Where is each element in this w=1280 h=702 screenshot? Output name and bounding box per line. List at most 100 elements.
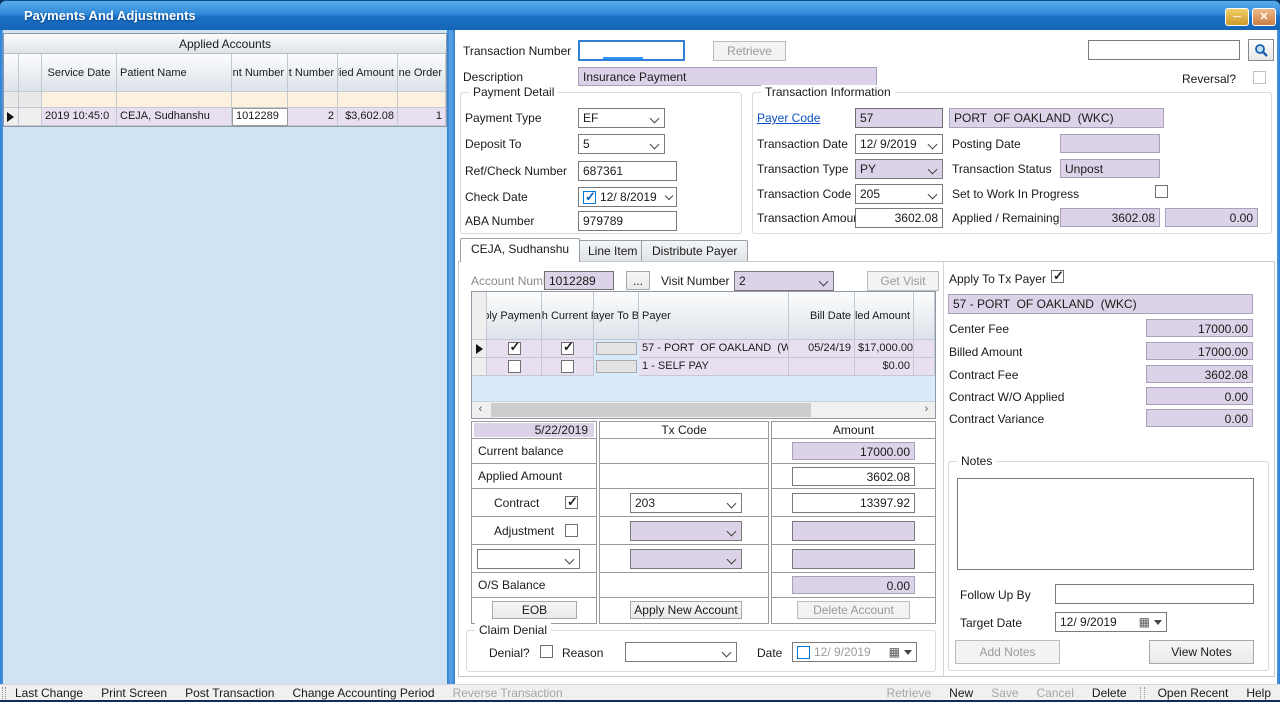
cell-account-number[interactable]: 1012289 <box>232 108 288 126</box>
eob-button[interactable]: EOB <box>492 601 577 619</box>
contract-txcode-combo[interactable]: 203 <box>630 493 742 513</box>
view-notes-button[interactable]: View Notes <box>1149 640 1254 664</box>
search-input[interactable] <box>1088 40 1240 60</box>
ref-check-input[interactable]: 687361 <box>578 161 677 181</box>
aba-input[interactable]: 979789 <box>578 211 677 231</box>
current-balance-value: 17000.00 <box>792 442 915 460</box>
deposit-to-combo[interactable]: 5 <box>578 134 665 154</box>
transaction-number-input[interactable]: 430327 <box>578 40 685 61</box>
apply-new-account-button[interactable]: Apply New Account <box>630 601 742 619</box>
scrollbar-thumb[interactable] <box>491 403 811 417</box>
cell-patient-name[interactable]: CEJA, Sudhanshu <box>117 108 232 126</box>
account-lookup-button[interactable]: ... <box>626 271 650 290</box>
applied-amount-input[interactable]: 3602.08 <box>792 467 915 486</box>
payer-cell[interactable]: 1 - SELF PAY <box>639 358 789 376</box>
follow-up-by-input[interactable] <box>1055 584 1254 604</box>
col-eob-line-order[interactable]: EOB Line Order <box>398 54 446 92</box>
description-field[interactable]: Insurance Payment <box>578 67 877 86</box>
payer-code-link[interactable]: Payer Code <box>757 111 820 125</box>
payer-row[interactable]: 57 - PORT OF OAKLAND (WK 05/24/19 $17,00… <box>472 340 935 358</box>
adjustment-checkbox[interactable] <box>565 524 578 537</box>
date-label: Date <box>757 646 782 660</box>
extra-type-combo[interactable] <box>477 549 580 569</box>
cell-applied-amount[interactable]: $3,602.08 <box>338 108 398 126</box>
horizontal-scrollbar[interactable]: ‹ › <box>472 401 935 418</box>
new-button[interactable]: New <box>940 686 982 700</box>
col-payer-to-bill[interactable]: Payer To Bill <box>594 292 639 340</box>
tab-patient[interactable]: CEJA, Sudhanshu <box>460 238 580 262</box>
billed-amount-cell[interactable]: $17,000.00 <box>855 340 914 358</box>
bill-date-cell[interactable] <box>789 358 855 376</box>
extra-amount-field[interactable] <box>792 549 915 569</box>
tabpage-divider <box>943 262 944 676</box>
close-button[interactable]: ✕ <box>1252 8 1276 26</box>
col-apply-payment-to[interactable]: Apply Payment To <box>487 292 542 340</box>
scroll-right-icon[interactable]: › <box>918 402 935 418</box>
check-date-checkbox[interactable] <box>583 191 596 204</box>
bill-date-cell[interactable]: 05/24/19 <box>789 340 855 358</box>
transaction-type-combo[interactable]: PY <box>855 159 943 179</box>
table-row[interactable]: 2019 10:45:0 CEJA, Sudhanshu 1012289 2 $… <box>4 108 446 126</box>
last-change-button[interactable]: Last Change <box>6 686 92 700</box>
post-transaction-button[interactable]: Post Transaction <box>176 686 283 700</box>
check-date-picker[interactable]: 12/ 8/2019 <box>578 187 677 207</box>
col-account-number[interactable]: Account Number <box>232 54 288 92</box>
payer-row[interactable]: 1 - SELF PAY $0.00 <box>472 358 935 376</box>
reason-combo[interactable] <box>625 642 737 662</box>
col-patient-name[interactable]: Patient Name <box>117 54 232 92</box>
print-screen-button[interactable]: Print Screen <box>92 686 176 700</box>
col-service-date[interactable]: Service Date <box>42 54 117 92</box>
apply-payment-checkbox[interactable] <box>508 360 521 373</box>
col-payer[interactable]: Payer <box>639 292 789 340</box>
visit-number-combo[interactable]: 2 <box>734 271 834 291</box>
delete-button[interactable]: Delete <box>1083 686 1136 700</box>
scroll-left-icon[interactable]: ‹ <box>472 402 489 418</box>
reversal-checkbox[interactable] <box>1253 71 1266 84</box>
wip-checkbox[interactable] <box>1155 185 1168 198</box>
col-switch-current-payer[interactable]: Switch Current Payer <box>542 292 594 340</box>
transaction-code-combo[interactable]: 205 <box>855 184 943 204</box>
minimize-button[interactable]: ─ <box>1225 8 1249 26</box>
transaction-amount-input[interactable]: 3602.08 <box>855 208 943 228</box>
denial-date-picker[interactable]: 12/ 9/2019 ▦ <box>792 642 917 662</box>
help-button[interactable]: Help <box>1237 686 1280 700</box>
denial-date-checkbox[interactable] <box>797 646 810 659</box>
payer-cell[interactable]: 57 - PORT OF OAKLAND (WK <box>639 340 789 358</box>
billed-amount-cell[interactable]: $0.00 <box>855 358 914 376</box>
transaction-panel: Transaction Number 430327 Retrieve Descr… <box>455 30 1277 684</box>
tab-distribute-payer[interactable]: Distribute Payer <box>641 240 748 262</box>
reversal-label: Reversal? <box>1182 72 1236 86</box>
current-row-arrow <box>472 340 487 358</box>
open-recent-button[interactable]: Open Recent <box>1149 686 1238 700</box>
panel-splitter[interactable] <box>447 30 455 684</box>
target-date-picker[interactable]: 12/ 9/2019 ▦ <box>1055 612 1167 632</box>
col-applied-amount[interactable]: Applied Amount <box>338 54 398 92</box>
adjustment-amount-field[interactable] <box>792 521 915 541</box>
switch-payer-checkbox[interactable] <box>561 342 574 355</box>
payer-to-bill-cell[interactable] <box>596 342 637 355</box>
contract-checkbox[interactable] <box>565 496 578 509</box>
cell-eob-line-order[interactable]: 1 <box>398 108 446 126</box>
cell-visit-number[interactable]: 2 <box>288 108 338 126</box>
notes-textarea[interactable] <box>957 478 1254 570</box>
col-bill-date[interactable]: Bill Date <box>789 292 855 340</box>
apply-payment-checkbox[interactable] <box>508 342 521 355</box>
payment-type-combo[interactable]: EF <box>578 108 665 128</box>
transaction-date-combo[interactable]: 12/ 9/2019 <box>855 134 943 154</box>
apply-to-tx-payer-checkbox[interactable] <box>1051 270 1064 283</box>
adjustment-txcode-combo[interactable] <box>630 521 742 541</box>
contract-amount-input[interactable]: 13397.92 <box>792 493 915 513</box>
change-accounting-period-button[interactable]: Change Accounting Period <box>283 686 443 700</box>
switch-payer-checkbox[interactable] <box>561 360 574 373</box>
extra-txcode-combo[interactable] <box>630 549 742 569</box>
col-billed-amount[interactable]: Billed Amount <box>855 292 914 340</box>
applied-amount-label: Applied Amount <box>478 469 562 483</box>
payer-to-bill-cell[interactable] <box>596 360 637 373</box>
col-visit-number[interactable]: Visit Number <box>288 54 338 92</box>
filter-row[interactable] <box>4 92 446 108</box>
cell-service-date[interactable]: 2019 10:45:0 <box>42 108 117 126</box>
search-button[interactable] <box>1248 39 1274 61</box>
amount-header: Amount <box>772 422 935 439</box>
denial-checkbox[interactable] <box>540 645 553 658</box>
tab-line-item[interactable]: Line Item <box>577 240 648 262</box>
